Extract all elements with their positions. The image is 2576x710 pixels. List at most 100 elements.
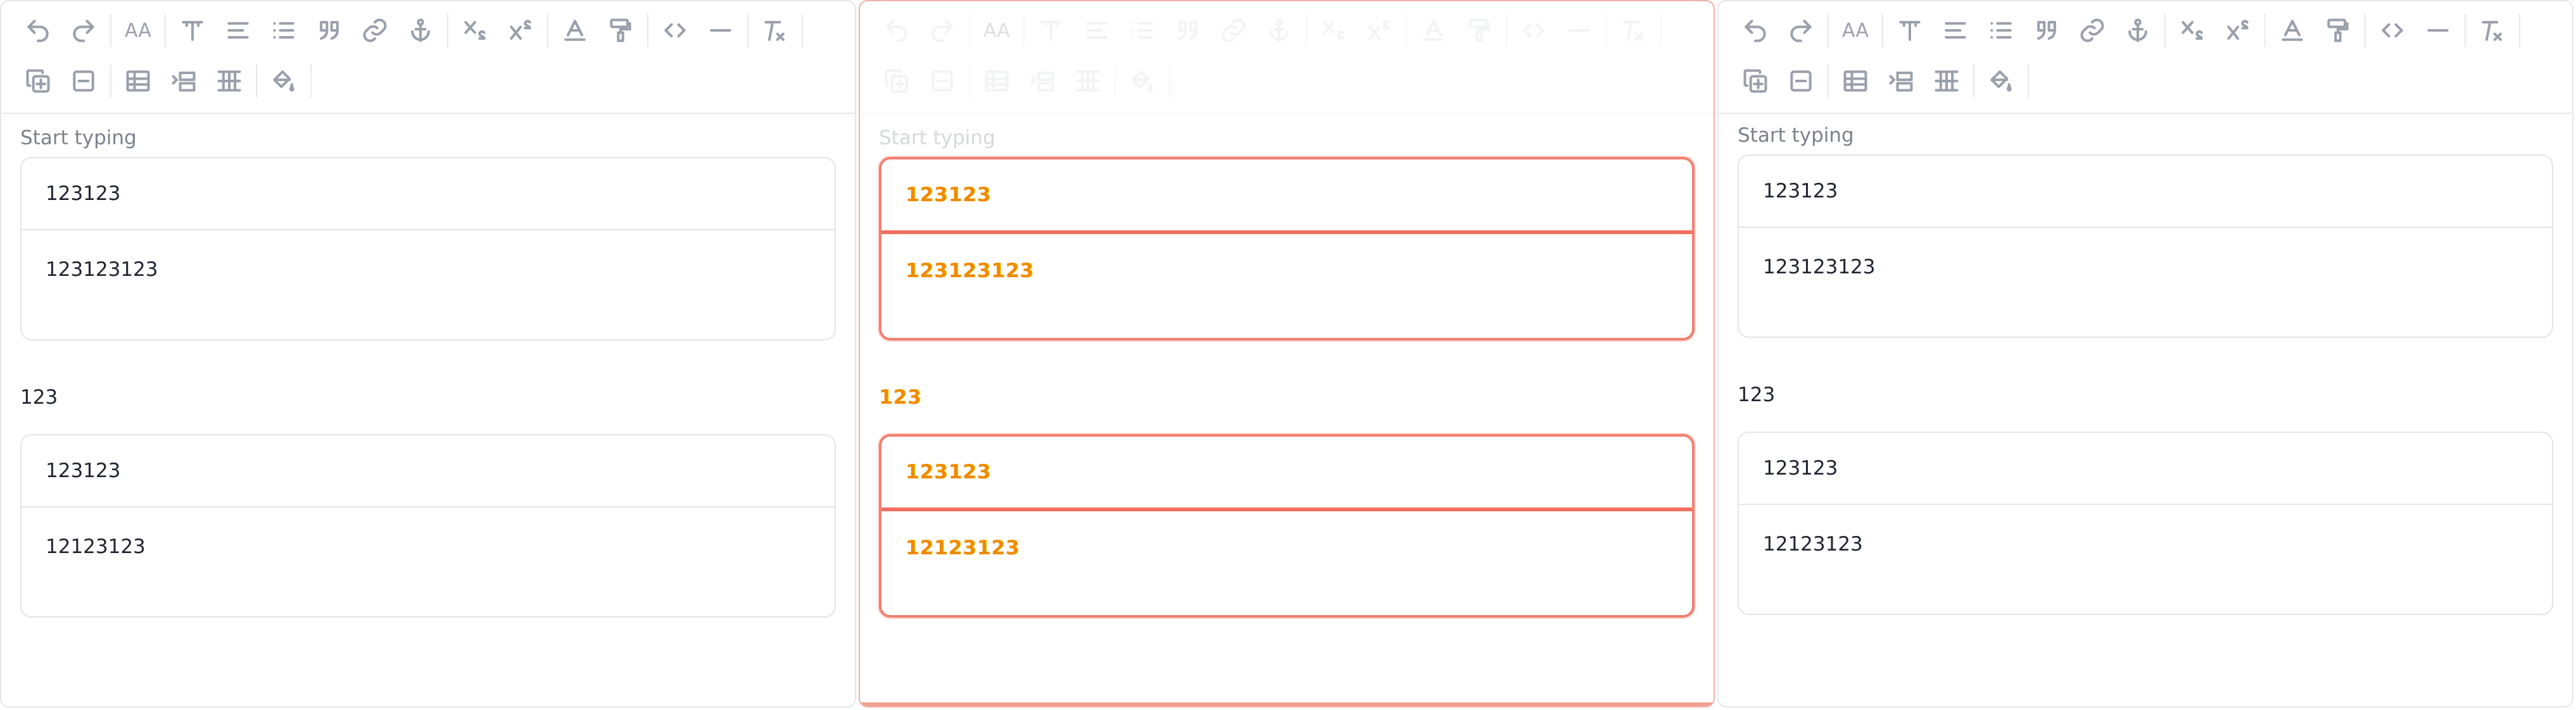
block-row-1[interactable]: 123123 xyxy=(1763,457,1838,480)
list-icon[interactable] xyxy=(1978,8,2024,53)
text-style-icon[interactable] xyxy=(170,8,215,53)
code-icon[interactable] xyxy=(652,8,698,53)
editor-block[interactable]: 123123 12123123 xyxy=(20,434,836,618)
editor-block[interactable]: 123123 123123123 xyxy=(879,157,1695,340)
clear-format-icon[interactable] xyxy=(752,8,798,53)
paint-roller-icon[interactable] xyxy=(1456,8,1502,53)
redo-icon[interactable] xyxy=(61,8,106,53)
horizontal-rule-icon[interactable] xyxy=(1556,8,1602,53)
editor-content[interactable]: Start typing 123123 123123123 123 123123… xyxy=(1719,114,2572,706)
link-icon[interactable] xyxy=(352,8,398,53)
toolbar-separator xyxy=(969,65,970,97)
clear-format-icon[interactable] xyxy=(2470,8,2515,53)
remove-row-icon[interactable] xyxy=(61,58,106,104)
subscript-icon[interactable] xyxy=(2169,8,2215,53)
horizontal-rule-icon[interactable] xyxy=(698,8,743,53)
subscript-icon[interactable] xyxy=(1311,8,1356,53)
superscript-icon[interactable] xyxy=(2215,8,2261,53)
undo-icon[interactable] xyxy=(1733,8,1778,53)
grid-icon[interactable] xyxy=(1065,58,1111,104)
toolbar-separator xyxy=(1828,65,1829,97)
anchor-icon[interactable] xyxy=(1256,8,1302,53)
align-icon[interactable] xyxy=(1933,8,1978,53)
add-row-icon[interactable] xyxy=(1733,58,1778,104)
list-icon[interactable] xyxy=(261,8,306,53)
editor-block[interactable]: 123123 123123123 xyxy=(1738,154,2553,338)
link-icon[interactable] xyxy=(2069,8,2115,53)
toolbar-separator xyxy=(547,14,548,47)
align-icon[interactable] xyxy=(1074,8,1120,53)
block-row-1[interactable]: 123123 xyxy=(46,182,120,205)
superscript-icon[interactable] xyxy=(1356,8,1402,53)
block-row-2[interactable]: 123123123 xyxy=(46,258,158,281)
toolbar-separator xyxy=(2519,14,2520,47)
block-row-1[interactable]: 123123 xyxy=(906,461,991,483)
quote-icon[interactable] xyxy=(306,8,352,53)
text-style-icon[interactable] xyxy=(1028,8,1074,53)
code-icon[interactable] xyxy=(2370,8,2415,53)
paint-roller-icon[interactable] xyxy=(2315,8,2361,53)
anchor-icon[interactable] xyxy=(398,8,443,53)
code-icon[interactable] xyxy=(1511,8,1556,53)
paragraph-text[interactable]: 123 xyxy=(879,386,922,409)
block-row-2[interactable]: 123123123 xyxy=(1763,256,1876,278)
block-row-2[interactable]: 12123123 xyxy=(46,535,146,558)
font-size-icon[interactable]: AA xyxy=(115,8,161,53)
editor-block[interactable]: 123123 123123123 xyxy=(20,157,836,340)
fill-color-icon[interactable] xyxy=(1978,58,2024,104)
link-icon[interactable] xyxy=(1211,8,1256,53)
text-color-icon[interactable] xyxy=(1411,8,1456,53)
text-color-icon[interactable] xyxy=(552,8,598,53)
undo-icon[interactable] xyxy=(874,8,919,53)
anchor-icon[interactable] xyxy=(2115,8,2161,53)
fill-color-icon[interactable] xyxy=(261,58,306,104)
indent-icon[interactable] xyxy=(1878,58,1924,104)
list-icon[interactable] xyxy=(1120,8,1165,53)
table-icon[interactable] xyxy=(974,58,1020,104)
editor-panel: AA Start typing 123123 123123123 123 123… xyxy=(1717,0,2573,707)
grid-icon[interactable] xyxy=(1924,58,1969,104)
editor-content[interactable]: Start typing 123123 123123123 123 123123… xyxy=(860,114,1714,706)
font-size-label: AA xyxy=(125,19,151,42)
quote-icon[interactable] xyxy=(1165,8,1211,53)
editor-block[interactable]: 123123 12123123 xyxy=(1738,432,2553,615)
font-size-icon[interactable]: AA xyxy=(1833,8,1878,53)
text-color-icon[interactable] xyxy=(2270,8,2315,53)
add-row-icon[interactable] xyxy=(15,58,61,104)
editor-block[interactable]: 123123 12123123 xyxy=(879,434,1695,618)
remove-row-icon[interactable] xyxy=(1778,58,1824,104)
redo-icon[interactable] xyxy=(919,8,965,53)
table-icon[interactable] xyxy=(1833,58,1878,104)
paint-roller-icon[interactable] xyxy=(598,8,643,53)
font-size-icon[interactable]: AA xyxy=(974,8,1020,53)
indent-icon[interactable] xyxy=(161,58,206,104)
add-row-icon[interactable] xyxy=(874,58,919,104)
superscript-icon[interactable] xyxy=(498,8,543,53)
editor-panel: AA Start typing 123123 123123123 123 123… xyxy=(859,0,1715,707)
block-row-2[interactable]: 123123123 xyxy=(906,259,1034,282)
remove-row-icon[interactable] xyxy=(919,58,965,104)
subscript-icon[interactable] xyxy=(452,8,498,53)
toolbar-separator xyxy=(1828,14,1829,47)
block-row-2[interactable]: 12123123 xyxy=(1763,533,1863,556)
grid-icon[interactable] xyxy=(206,58,252,104)
text-style-icon[interactable] xyxy=(1887,8,1933,53)
indent-icon[interactable] xyxy=(1020,58,1065,104)
clear-format-icon[interactable] xyxy=(1611,8,1657,53)
block-row-1[interactable]: 123123 xyxy=(906,184,991,206)
align-icon[interactable] xyxy=(215,8,261,53)
horizontal-rule-icon[interactable] xyxy=(2415,8,2461,53)
block-row-1[interactable]: 123123 xyxy=(1763,180,1838,202)
quote-icon[interactable] xyxy=(2024,8,2069,53)
block-row-2[interactable]: 12123123 xyxy=(906,537,1020,559)
toolbar-row-1: AA xyxy=(15,5,807,56)
paragraph-text[interactable]: 123 xyxy=(20,386,58,409)
redo-icon[interactable] xyxy=(1778,8,1824,53)
toolbar-separator xyxy=(1169,65,1170,97)
editor-content[interactable]: Start typing 123123 123123123 123 123123… xyxy=(1,114,855,706)
table-icon[interactable] xyxy=(115,58,161,104)
undo-icon[interactable] xyxy=(15,8,61,53)
paragraph-text[interactable]: 123 xyxy=(1738,383,1775,406)
fill-color-icon[interactable] xyxy=(1120,58,1165,104)
block-row-1[interactable]: 123123 xyxy=(46,459,120,482)
